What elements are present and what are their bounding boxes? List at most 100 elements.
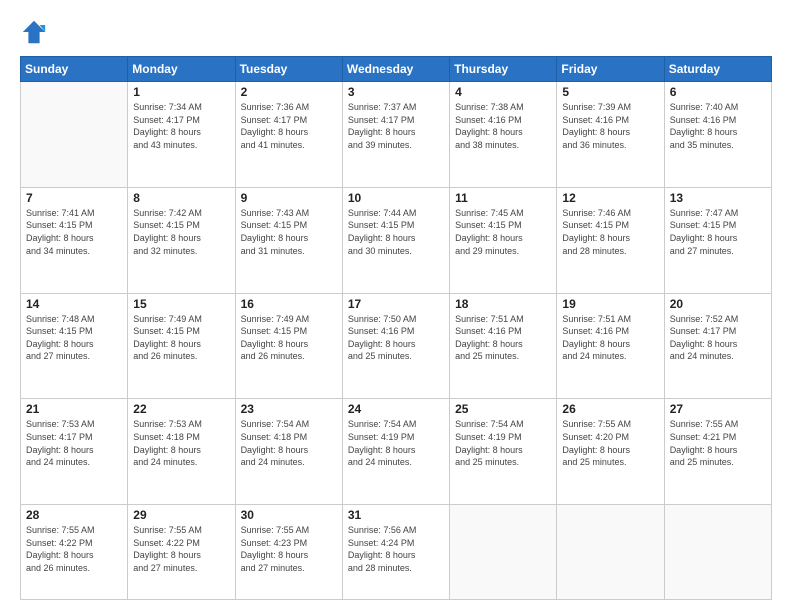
calendar-week-4: 28 Sunrise: 7:55 AM Sunset: 4:22 PM Dayli… <box>21 505 772 600</box>
day-number: 13 <box>670 191 766 205</box>
calendar-cell: 21 Sunrise: 7:53 AM Sunset: 4:17 PM Dayli… <box>21 399 128 505</box>
calendar-cell: 8Sunrise: 7:42 AM Sunset: 4:15 PM Daylig… <box>128 187 235 293</box>
calendar-cell: 24 Sunrise: 7:54 AM Sunset: 4:19 PM Dayli… <box>342 399 449 505</box>
weekday-header-sunday: Sunday <box>21 57 128 82</box>
calendar-cell: 7 Sunrise: 7:41 AM Sunset: 4:15 PM Daylig… <box>21 187 128 293</box>
page: SundayMondayTuesdayWednesdayThursdayFrid… <box>0 0 792 612</box>
day-info: Sunrise: 7:52 AM Sunset: 4:17 PM Dayligh… <box>670 313 766 363</box>
header <box>20 18 772 46</box>
day-number: 20 <box>670 297 766 311</box>
weekday-header-row: SundayMondayTuesdayWednesdayThursdayFrid… <box>21 57 772 82</box>
calendar-cell: 14 Sunrise: 7:48 AM Sunset: 4:15 PM Dayli… <box>21 293 128 399</box>
calendar-cell: 1 Sunrise: 7:34 AM Sunset: 4:17 PM Daylig… <box>128 82 235 188</box>
day-number: 10 <box>348 191 444 205</box>
day-number: 6 <box>670 85 766 99</box>
day-number: 3 <box>348 85 444 99</box>
day-number: 31 <box>348 508 444 522</box>
calendar-cell: 30 Sunrise: 7:55 AM Sunset: 4:23 PM Dayli… <box>235 505 342 600</box>
calendar-cell <box>450 505 557 600</box>
day-info: Sunrise: 7:34 AM Sunset: 4:17 PM Dayligh… <box>133 101 229 151</box>
day-info: Sunrise: 7:54 AM Sunset: 4:19 PM Dayligh… <box>348 418 444 468</box>
day-info: Sunrise: 7:51 AM Sunset: 4:16 PM Dayligh… <box>455 313 551 363</box>
day-number: 24 <box>348 402 444 416</box>
day-info: Sunrise: 7:56 AM Sunset: 4:24 PM Dayligh… <box>348 524 444 574</box>
day-number: 16 <box>241 297 337 311</box>
calendar-cell: 5Sunrise: 7:39 AM Sunset: 4:16 PM Daylig… <box>557 82 664 188</box>
day-number: 28 <box>26 508 122 522</box>
weekday-header-thursday: Thursday <box>450 57 557 82</box>
day-number: 12 <box>562 191 658 205</box>
calendar-cell: 28 Sunrise: 7:55 AM Sunset: 4:22 PM Dayli… <box>21 505 128 600</box>
day-info: Sunrise: 7:53 AM Sunset: 4:17 PM Dayligh… <box>26 418 122 468</box>
day-number: 26 <box>562 402 658 416</box>
calendar-cell: 2 Sunrise: 7:36 AM Sunset: 4:17 PM Daylig… <box>235 82 342 188</box>
weekday-header-wednesday: Wednesday <box>342 57 449 82</box>
day-info: Sunrise: 7:48 AM Sunset: 4:15 PM Dayligh… <box>26 313 122 363</box>
day-number: 21 <box>26 402 122 416</box>
calendar-cell: 23Sunrise: 7:54 AM Sunset: 4:18 PM Dayli… <box>235 399 342 505</box>
day-info: Sunrise: 7:54 AM Sunset: 4:18 PM Dayligh… <box>241 418 337 468</box>
day-number: 18 <box>455 297 551 311</box>
day-info: Sunrise: 7:55 AM Sunset: 4:20 PM Dayligh… <box>562 418 658 468</box>
day-number: 19 <box>562 297 658 311</box>
day-info: Sunrise: 7:49 AM Sunset: 4:15 PM Dayligh… <box>133 313 229 363</box>
calendar-cell: 22Sunrise: 7:53 AM Sunset: 4:18 PM Dayli… <box>128 399 235 505</box>
weekday-header-tuesday: Tuesday <box>235 57 342 82</box>
calendar-cell: 6 Sunrise: 7:40 AM Sunset: 4:16 PM Daylig… <box>664 82 771 188</box>
calendar-cell: 20 Sunrise: 7:52 AM Sunset: 4:17 PM Dayli… <box>664 293 771 399</box>
day-number: 27 <box>670 402 766 416</box>
day-info: Sunrise: 7:49 AM Sunset: 4:15 PM Dayligh… <box>241 313 337 363</box>
logo <box>20 18 52 46</box>
calendar-cell: 19Sunrise: 7:51 AM Sunset: 4:16 PM Dayli… <box>557 293 664 399</box>
day-number: 14 <box>26 297 122 311</box>
calendar-cell: 25Sunrise: 7:54 AM Sunset: 4:19 PM Dayli… <box>450 399 557 505</box>
weekday-header-monday: Monday <box>128 57 235 82</box>
day-number: 1 <box>133 85 229 99</box>
day-info: Sunrise: 7:50 AM Sunset: 4:16 PM Dayligh… <box>348 313 444 363</box>
day-info: Sunrise: 7:41 AM Sunset: 4:15 PM Dayligh… <box>26 207 122 257</box>
calendar-cell: 29 Sunrise: 7:55 AM Sunset: 4:22 PM Dayli… <box>128 505 235 600</box>
day-info: Sunrise: 7:55 AM Sunset: 4:22 PM Dayligh… <box>26 524 122 574</box>
day-number: 15 <box>133 297 229 311</box>
calendar-cell: 16 Sunrise: 7:49 AM Sunset: 4:15 PM Dayli… <box>235 293 342 399</box>
weekday-header-friday: Friday <box>557 57 664 82</box>
day-number: 30 <box>241 508 337 522</box>
day-number: 2 <box>241 85 337 99</box>
day-info: Sunrise: 7:54 AM Sunset: 4:19 PM Dayligh… <box>455 418 551 468</box>
calendar-cell <box>21 82 128 188</box>
calendar-cell <box>664 505 771 600</box>
day-info: Sunrise: 7:55 AM Sunset: 4:23 PM Dayligh… <box>241 524 337 574</box>
calendar-cell <box>557 505 664 600</box>
calendar-week-2: 14 Sunrise: 7:48 AM Sunset: 4:15 PM Dayli… <box>21 293 772 399</box>
day-info: Sunrise: 7:37 AM Sunset: 4:17 PM Dayligh… <box>348 101 444 151</box>
day-number: 5 <box>562 85 658 99</box>
logo-icon <box>20 18 48 46</box>
calendar-cell: 4 Sunrise: 7:38 AM Sunset: 4:16 PM Daylig… <box>450 82 557 188</box>
calendar-cell: 12 Sunrise: 7:46 AM Sunset: 4:15 PM Dayli… <box>557 187 664 293</box>
calendar-cell: 18 Sunrise: 7:51 AM Sunset: 4:16 PM Dayli… <box>450 293 557 399</box>
day-number: 29 <box>133 508 229 522</box>
day-info: Sunrise: 7:46 AM Sunset: 4:15 PM Dayligh… <box>562 207 658 257</box>
calendar-cell: 31 Sunrise: 7:56 AM Sunset: 4:24 PM Dayli… <box>342 505 449 600</box>
day-number: 4 <box>455 85 551 99</box>
day-info: Sunrise: 7:38 AM Sunset: 4:16 PM Dayligh… <box>455 101 551 151</box>
calendar-cell: 9Sunrise: 7:43 AM Sunset: 4:15 PM Daylig… <box>235 187 342 293</box>
day-info: Sunrise: 7:55 AM Sunset: 4:22 PM Dayligh… <box>133 524 229 574</box>
day-number: 11 <box>455 191 551 205</box>
calendar-cell: 15 Sunrise: 7:49 AM Sunset: 4:15 PM Dayli… <box>128 293 235 399</box>
calendar-cell: 13Sunrise: 7:47 AM Sunset: 4:15 PM Dayli… <box>664 187 771 293</box>
day-info: Sunrise: 7:40 AM Sunset: 4:16 PM Dayligh… <box>670 101 766 151</box>
calendar-cell: 3 Sunrise: 7:37 AM Sunset: 4:17 PM Daylig… <box>342 82 449 188</box>
day-number: 17 <box>348 297 444 311</box>
day-number: 8 <box>133 191 229 205</box>
calendar-cell: 10Sunrise: 7:44 AM Sunset: 4:15 PM Dayli… <box>342 187 449 293</box>
calendar-week-1: 7 Sunrise: 7:41 AM Sunset: 4:15 PM Daylig… <box>21 187 772 293</box>
day-info: Sunrise: 7:55 AM Sunset: 4:21 PM Dayligh… <box>670 418 766 468</box>
calendar-cell: 11Sunrise: 7:45 AM Sunset: 4:15 PM Dayli… <box>450 187 557 293</box>
day-info: Sunrise: 7:36 AM Sunset: 4:17 PM Dayligh… <box>241 101 337 151</box>
calendar-cell: 27 Sunrise: 7:55 AM Sunset: 4:21 PM Dayli… <box>664 399 771 505</box>
calendar-cell: 17 Sunrise: 7:50 AM Sunset: 4:16 PM Dayli… <box>342 293 449 399</box>
calendar-week-3: 21 Sunrise: 7:53 AM Sunset: 4:17 PM Dayli… <box>21 399 772 505</box>
day-number: 7 <box>26 191 122 205</box>
day-number: 22 <box>133 402 229 416</box>
